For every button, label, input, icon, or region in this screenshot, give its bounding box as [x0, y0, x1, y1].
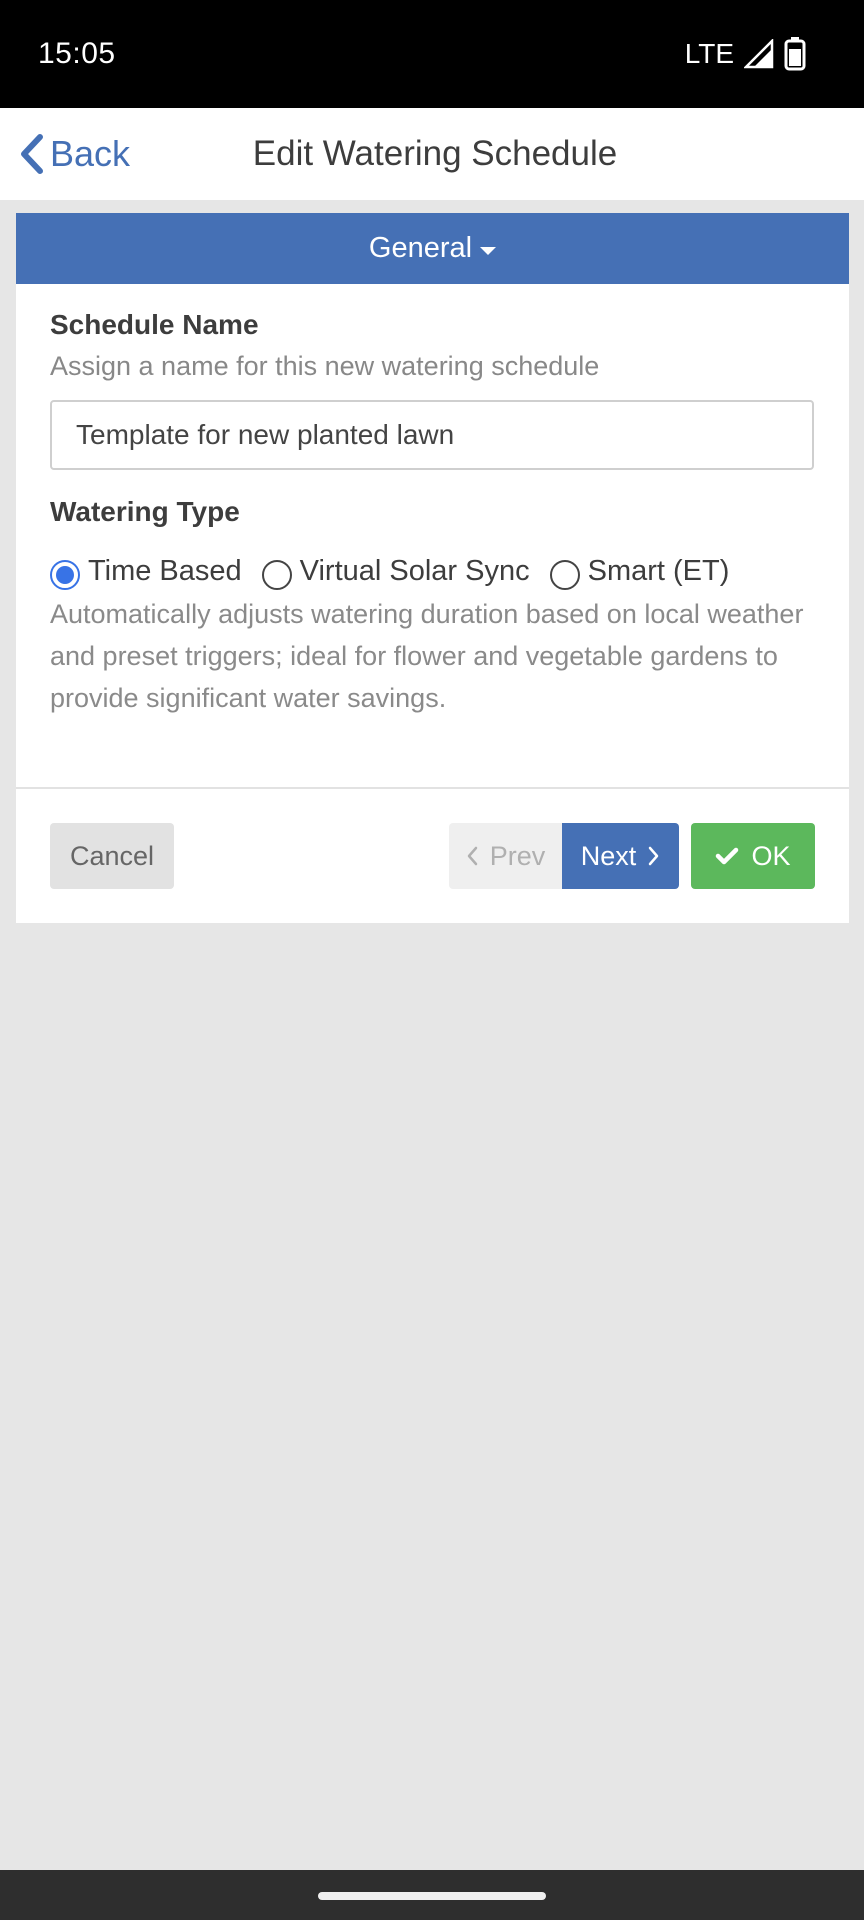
network-type: LTE — [684, 38, 734, 69]
watering-type-radio-group: Time Based Virtual Solar Sync Smart (ET) — [50, 549, 749, 593]
radio-option-virtual-solar-sync[interactable]: Virtual Solar Sync — [261, 552, 530, 590]
radio-label: Time Based — [88, 554, 242, 587]
section-dropdown-general[interactable]: General — [16, 213, 849, 284]
radio-label: Smart (ET) — [587, 554, 730, 587]
cancel-label: Cancel — [69, 840, 155, 871]
schedule-name-input[interactable] — [50, 400, 814, 470]
watering-type-description: Automatically adjusts watering duration … — [50, 599, 804, 713]
ok-label: OK — [751, 840, 791, 871]
watering-type-label: Watering Type — [50, 496, 240, 527]
status-indicators: LTE — [685, 34, 806, 74]
schedule-name-label: Schedule Name — [50, 309, 259, 340]
status-time: 15:05 — [38, 37, 116, 70]
radio-button[interactable] — [261, 560, 292, 590]
schedule-form-card: General Schedule Name Assign a name for … — [16, 213, 849, 923]
section-label: General — [368, 232, 473, 264]
prev-label: Prev — [489, 840, 546, 871]
chevron-left-icon — [467, 846, 477, 866]
chevron-right-icon — [649, 846, 659, 866]
status-bar: 15:05 LTE — [0, 0, 864, 108]
home-indicator[interactable] — [318, 1892, 546, 1900]
radio-option-time-based[interactable]: Time Based — [50, 552, 242, 590]
check-icon — [716, 847, 739, 865]
navigation-bar: Back Edit Watering Schedule — [0, 108, 864, 200]
page-title: Edit Watering Schedule — [252, 134, 618, 173]
prev-button[interactable]: Prev — [449, 823, 562, 889]
divider — [16, 787, 849, 789]
radio-option-smart-et[interactable]: Smart (ET) — [549, 552, 730, 590]
ok-button[interactable]: OK — [691, 823, 815, 889]
radio-label: Virtual Solar Sync — [299, 554, 530, 587]
signal-icon — [744, 39, 774, 69]
radio-button-checked[interactable] — [50, 560, 80, 590]
battery-icon — [784, 37, 806, 71]
cancel-button[interactable]: Cancel — [50, 823, 174, 889]
next-button[interactable]: Next — [562, 823, 679, 889]
system-navigation-bar — [0, 1870, 864, 1920]
caret-down-icon — [480, 246, 497, 255]
schedule-name-hint: Assign a name for this new watering sche… — [50, 351, 600, 381]
radio-button[interactable] — [549, 560, 580, 590]
next-label: Next — [580, 840, 637, 871]
